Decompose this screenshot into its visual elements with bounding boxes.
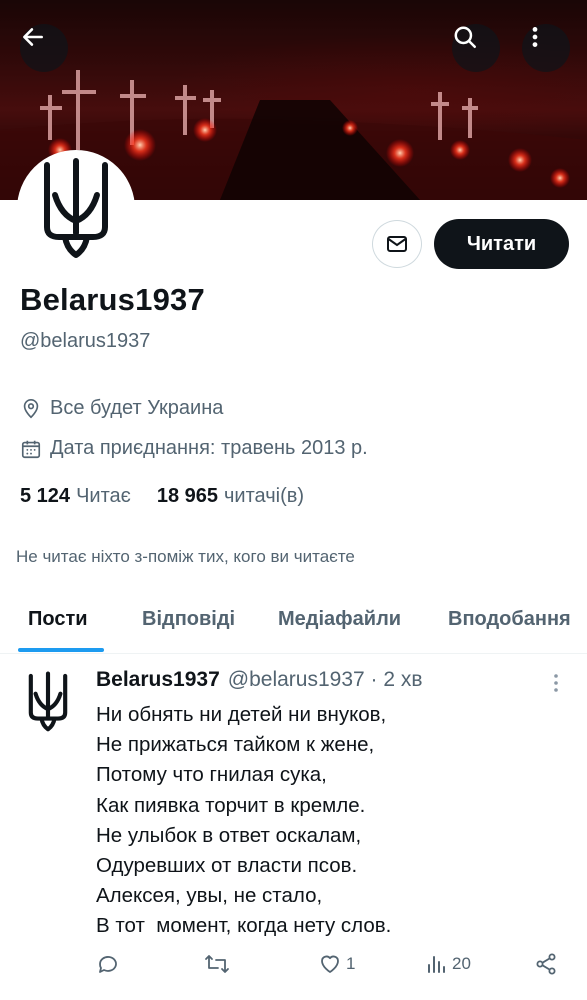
active-tab-indicator [18, 648, 104, 652]
followers-label: читачі(в) [224, 485, 305, 507]
repost-button[interactable] [204, 952, 230, 976]
location-row: Все будет Украина [20, 397, 223, 420]
more-options-button[interactable] [522, 24, 570, 72]
share-button[interactable] [534, 952, 558, 976]
tweet-handle-time: @belarus1937 · 2 хв [227, 668, 423, 691]
tab-posts[interactable]: Пости [28, 608, 88, 631]
reply-button[interactable] [96, 952, 120, 976]
tweet-header: Belarus1937 @belarus1937 · 2 хв [96, 668, 423, 692]
back-button[interactable] [20, 24, 68, 72]
tweet-avatar[interactable] [22, 670, 74, 736]
handle: @belarus1937 [20, 330, 151, 352]
location-pin-icon [20, 398, 42, 420]
followers-count: 18 965 [156, 485, 218, 507]
heart-icon [321, 955, 339, 973]
following-link[interactable]: 5 124 Читає [20, 485, 131, 508]
tab-likes[interactable]: Вподобання [448, 608, 571, 631]
tweet-actions: 1 20 [96, 952, 566, 982]
display-name: Belarus1937 [20, 282, 205, 317]
joined-row: Дата приєднання: травень 2013 р. [20, 437, 368, 460]
profile-avatar[interactable] [17, 150, 135, 268]
tryzub-icon [28, 671, 68, 732]
views-button[interactable]: 20 [426, 952, 471, 976]
following-label: Читає [76, 485, 131, 507]
tweet-more-button[interactable] [548, 672, 564, 701]
envelope-icon [387, 236, 407, 252]
followers-link[interactable]: 18 965 читачі(в) [157, 485, 304, 508]
arrow-left-icon [23, 28, 43, 46]
reply-icon [99, 956, 117, 973]
view-count: 20 [452, 954, 471, 973]
more-vertical-icon [532, 27, 538, 47]
follow-button[interactable]: Читати [434, 219, 569, 269]
location-text: Все будет Украина [50, 397, 224, 419]
repost-icon [205, 955, 229, 973]
joined-text: Дата приєднання: травень 2013 р. [50, 437, 368, 459]
bar-chart-icon [428, 956, 445, 973]
search-icon [454, 26, 476, 48]
share-icon [536, 953, 556, 975]
message-button[interactable] [372, 220, 422, 268]
follow-stats: 5 124 Читає 18 965 читачі(в) [20, 485, 304, 508]
calendar-icon [20, 438, 42, 460]
more-vertical-icon [554, 674, 558, 692]
like-count: 1 [346, 954, 356, 973]
search-button[interactable] [452, 24, 500, 72]
following-count: 5 124 [20, 485, 71, 507]
not-followed-note: Не читає ніхто з-поміж тих, кого ви чита… [16, 547, 355, 566]
tab-replies[interactable]: Відповіді [142, 608, 235, 631]
profile-tabs: Пости Відповіді Медіафайли Вподобання [0, 598, 587, 654]
tryzub-icon [44, 158, 108, 258]
tweet-author-name[interactable]: Belarus1937 [96, 668, 220, 692]
tab-media[interactable]: Медіафайли [278, 608, 401, 631]
tweet-text: Ни обнять ни детей ни внуков, Не прижать… [96, 703, 392, 938]
like-button[interactable]: 1 [318, 952, 355, 976]
